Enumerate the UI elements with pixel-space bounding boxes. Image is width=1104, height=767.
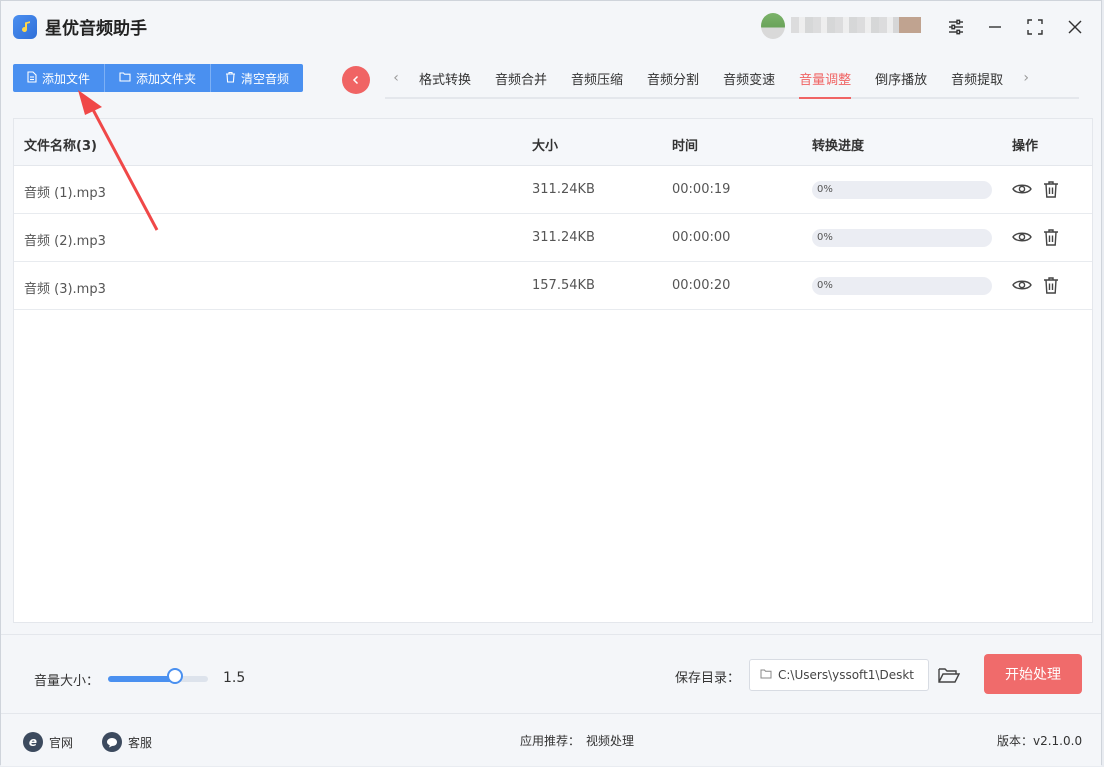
table-header: 文件名称(3) 大小 时间 转换进度 操作	[14, 119, 1092, 166]
volume-slider[interactable]	[108, 676, 208, 682]
table-row[interactable]: 音频 (1).mp3 311.24KB 00:00:19 0%	[14, 166, 1092, 214]
tab-reverse-play[interactable]: 倒序播放	[875, 59, 927, 97]
tab-audio-merge[interactable]: 音频合并	[495, 59, 547, 97]
preview-eye-icon[interactable]	[1011, 178, 1033, 200]
progress-bar: 0%	[812, 277, 992, 295]
delete-trash-icon[interactable]	[1040, 178, 1062, 200]
customer-service-link[interactable]: 客服	[102, 732, 152, 752]
file-size: 311.24KB	[532, 230, 595, 245]
preview-eye-icon[interactable]	[1011, 226, 1033, 248]
clear-audio-button[interactable]: 清空音频	[211, 64, 304, 92]
add-folder-label: 添加文件夹	[136, 71, 197, 86]
tabs-scroll-right-icon[interactable]: ›	[1015, 70, 1037, 86]
volume-value: 1.5	[223, 670, 246, 686]
version-info: 版本：v2.1.0.0	[997, 732, 1082, 749]
save-dir-path: C:\Users\yssoft1\Deskt	[778, 668, 914, 682]
collapse-left-button[interactable]	[342, 66, 370, 94]
header-actions: 操作	[1012, 139, 1039, 154]
tab-audio-extract[interactable]: 音频提取	[951, 59, 1003, 97]
file-duration: 00:00:20	[672, 278, 731, 293]
website-label: 官网	[49, 735, 74, 750]
minimize-icon[interactable]	[983, 15, 1007, 39]
maximize-icon[interactable]	[1023, 15, 1047, 39]
volume-slider-fill	[108, 676, 175, 682]
add-file-label: 添加文件	[42, 71, 91, 86]
header-progress: 转换进度	[812, 139, 865, 154]
file-duration: 00:00:19	[672, 182, 731, 197]
header-time: 时间	[672, 139, 699, 154]
header-size: 大小	[532, 139, 559, 154]
tab-volume-adjust[interactable]: 音量调整	[799, 59, 852, 99]
app-window: 星优音频助手 添加文件 添加文件夹 清空音频 ‹ 格式转换 音频合并 音频压缩 …	[0, 0, 1102, 766]
add-folder-button[interactable]: 添加文件夹	[105, 64, 212, 92]
file-toolbar: 添加文件 添加文件夹 清空音频	[13, 64, 304, 92]
file-table: 文件名称(3) 大小 时间 转换进度 操作 音频 (1).mp3 311.24K…	[13, 118, 1093, 623]
folder-outline-icon	[760, 668, 772, 682]
file-size: 311.24KB	[532, 182, 595, 197]
website-e-icon: e	[23, 732, 43, 752]
save-dir-label: 保存目录：	[675, 671, 741, 686]
app-title: 星优音频助手	[45, 19, 147, 39]
website-link[interactable]: e 官网	[23, 732, 73, 752]
service-label: 客服	[128, 735, 153, 750]
settings-sliders-icon[interactable]	[944, 15, 968, 39]
feature-tabs: ‹ 格式转换 音频合并 音频压缩 音频分割 音频变速 音量调整 倒序播放 音频提…	[385, 59, 1079, 99]
chevron-left-icon	[352, 75, 359, 85]
start-process-button[interactable]: 开始处理	[984, 654, 1082, 694]
user-avatar[interactable]	[761, 13, 785, 39]
tab-format-convert[interactable]: 格式转换	[419, 59, 471, 97]
close-icon[interactable]	[1063, 15, 1087, 39]
table-row[interactable]: 音频 (3).mp3 157.54KB 00:00:20 0%	[14, 262, 1092, 310]
delete-trash-icon[interactable]	[1040, 226, 1062, 248]
file-icon	[27, 70, 37, 86]
clear-audio-label: 清空音频	[241, 71, 290, 86]
title-bar: 星优音频助手	[1, 1, 1101, 53]
tab-audio-speed[interactable]: 音频变速	[723, 59, 775, 97]
user-name-blurred[interactable]	[791, 17, 921, 33]
recommend-video-link[interactable]: 视频处理	[586, 732, 634, 749]
add-file-button[interactable]: 添加文件	[13, 64, 106, 92]
browse-folder-icon[interactable]	[937, 664, 961, 686]
progress-bar: 0%	[812, 229, 992, 247]
recommend-label: 应用推荐：	[520, 734, 581, 748]
file-duration: 00:00:00	[672, 230, 731, 245]
tab-audio-split[interactable]: 音频分割	[647, 59, 699, 97]
save-dir-input[interactable]: C:\Users\yssoft1\Deskt	[749, 659, 929, 691]
volume-slider-thumb[interactable]	[167, 668, 183, 684]
delete-trash-icon[interactable]	[1040, 274, 1062, 296]
folder-icon	[119, 71, 131, 85]
progress-bar: 0%	[812, 181, 992, 199]
file-name: 音频 (1).mp3	[24, 186, 106, 201]
file-name: 音频 (3).mp3	[24, 282, 106, 297]
version-label: 版本：v2.1.0.0	[997, 734, 1083, 748]
preview-eye-icon[interactable]	[1011, 274, 1033, 296]
file-size: 157.54KB	[532, 278, 595, 293]
footer: e 官网 客服 应用推荐： 视频处理 版本：v2.1.0.0	[1, 713, 1101, 766]
trash-icon	[225, 71, 236, 86]
tab-audio-compress[interactable]: 音频压缩	[571, 59, 623, 97]
file-name: 音频 (2).mp3	[24, 234, 106, 249]
tabs-scroll-left-icon[interactable]: ‹	[385, 70, 407, 86]
header-file-name: 文件名称(3)	[24, 139, 97, 154]
app-recommend: 应用推荐： 视频处理	[520, 732, 634, 749]
app-logo-icon	[13, 15, 37, 39]
chat-bubble-icon	[102, 732, 122, 752]
settings-panel: 音量大小： 1.5 保存目录： C:\Users\yssoft1\Deskt 开…	[1, 634, 1101, 712]
table-row[interactable]: 音频 (2).mp3 311.24KB 00:00:00 0%	[14, 214, 1092, 262]
volume-label: 音量大小：	[34, 674, 100, 689]
